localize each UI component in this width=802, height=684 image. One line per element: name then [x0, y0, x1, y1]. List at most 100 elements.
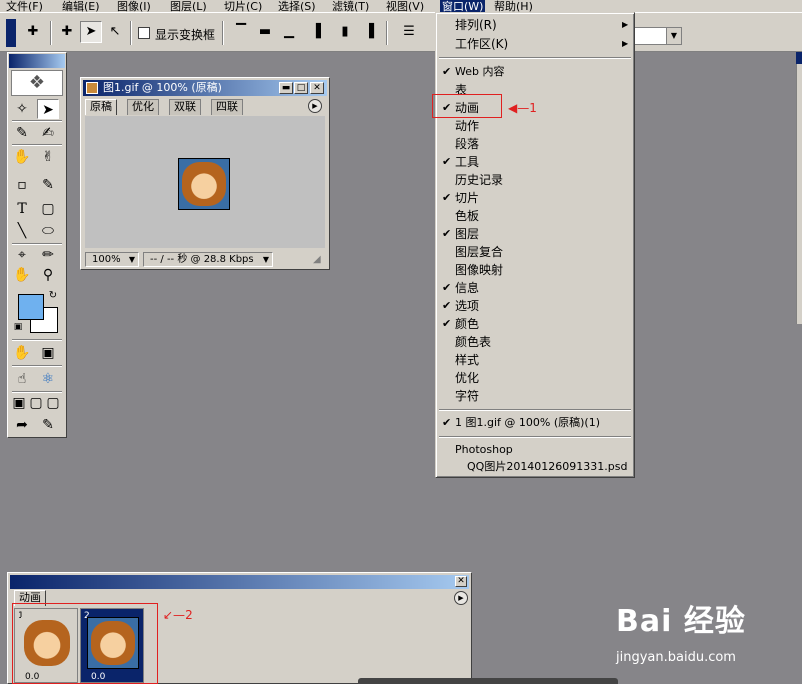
- menu-window[interactable]: 窗口(W): [440, 0, 486, 12]
- menu-edit[interactable]: 编辑(E): [62, 0, 100, 12]
- toggle-image-maps-icon[interactable]: ▣: [37, 343, 59, 363]
- menu-item-arrange[interactable]: 排列(R): [455, 18, 497, 32]
- animation-panel-titlebar[interactable]: [10, 575, 469, 589]
- menu-item-styles[interactable]: 样式: [455, 353, 479, 367]
- menu-item-slice[interactable]: 切片: [455, 191, 479, 205]
- menu-item-character[interactable]: 字符: [455, 389, 479, 403]
- separator: [130, 21, 132, 45]
- slice-tool-icon[interactable]: ✎: [11, 123, 33, 143]
- menu-layer[interactable]: 图层(L): [170, 0, 207, 12]
- eraser-icon[interactable]: ▫: [11, 175, 33, 195]
- rectangle-tool-icon[interactable]: ▢: [37, 199, 59, 219]
- menu-item-workspace[interactable]: 工作区(K): [455, 37, 508, 51]
- menu-item-optimize[interactable]: 优化: [455, 371, 479, 385]
- separator: [50, 21, 52, 45]
- screen-mode-full-icon[interactable]: ▢: [45, 393, 61, 413]
- close-icon[interactable]: ✕: [455, 576, 467, 587]
- align-left-icon[interactable]: ▌: [310, 21, 332, 43]
- panel-menu-button[interactable]: ▶: [454, 591, 468, 605]
- ellipse-tool-icon[interactable]: ⬭: [37, 221, 59, 241]
- menu-item-color[interactable]: 颜色: [455, 317, 479, 331]
- tab-2up[interactable]: 双联: [169, 99, 201, 115]
- slice-select-icon[interactable]: ✚: [56, 21, 78, 43]
- menu-item-options[interactable]: 选项: [455, 299, 479, 313]
- menu-item-photoshop[interactable]: Photoshop: [455, 443, 513, 457]
- maximize-button[interactable]: □: [294, 82, 308, 94]
- screen-mode-standard-icon[interactable]: ▣: [11, 393, 27, 413]
- toggle-slices-icon[interactable]: ✋: [11, 343, 33, 363]
- menu-item-layers[interactable]: 图层: [455, 227, 479, 241]
- move-tool-icon[interactable]: ➤: [37, 99, 59, 119]
- zoom-select[interactable]: 100% ▼: [85, 252, 139, 267]
- direct-select-icon[interactable]: ↖: [104, 21, 126, 43]
- hand-pointer-icon[interactable]: ✌: [37, 147, 59, 167]
- swap-colors-icon[interactable]: ↻: [46, 289, 60, 303]
- menu-item-paragraph[interactable]: 段落: [455, 137, 479, 151]
- type-tool-icon[interactable]: T: [11, 199, 33, 219]
- move-tool-preset-icon[interactable]: ✚: [22, 21, 44, 43]
- edit-icon[interactable]: ✎: [37, 415, 59, 435]
- brush-icon[interactable]: ✎: [37, 175, 59, 195]
- crop-tool-icon[interactable]: ⌖: [11, 245, 33, 265]
- magic-wand-icon[interactable]: ✧: [11, 99, 33, 119]
- menu-item-web-content[interactable]: Web 内容: [455, 65, 504, 79]
- menu-item-info[interactable]: 信息: [455, 281, 479, 295]
- tab-original[interactable]: 原稿: [85, 99, 117, 115]
- pointer-icon[interactable]: ➤: [80, 21, 102, 43]
- menu-item-swatches[interactable]: 色板: [455, 209, 479, 223]
- chevron-down-icon[interactable]: ▼: [666, 28, 681, 44]
- menu-help[interactable]: 帮助(H): [494, 0, 533, 12]
- right-palette-title: [796, 52, 802, 64]
- tab-optimized[interactable]: 优化: [127, 99, 159, 115]
- menu-item-psd-file[interactable]: QQ图片20140126091331.psd: [467, 460, 628, 474]
- feather-logo-icon[interactable]: ❖: [11, 70, 63, 96]
- document-menu-button[interactable]: ▶: [308, 99, 322, 113]
- hand-tool-icon[interactable]: ✋: [11, 265, 33, 285]
- align-bottom-icon[interactable]: ▁: [278, 21, 300, 43]
- align-right-icon[interactable]: ▐: [358, 21, 380, 43]
- default-colors-icon[interactable]: ▣: [12, 321, 24, 333]
- slice-select-tool-icon[interactable]: ✍: [37, 123, 59, 143]
- align-vcenter-icon[interactable]: ▬: [254, 21, 276, 43]
- preview-hand-icon[interactable]: ☝: [11, 369, 33, 389]
- chevron-down-icon: ▼: [262, 255, 269, 264]
- menu-filter[interactable]: 滤镜(T): [332, 0, 369, 12]
- separator: [222, 21, 224, 45]
- zoom-tool-icon[interactable]: ⚲: [37, 265, 59, 285]
- options-combo[interactable]: ▼: [632, 27, 682, 45]
- rollover-tool-icon[interactable]: ✋: [11, 147, 33, 167]
- minimize-button[interactable]: ▬: [279, 82, 293, 94]
- menu-item-open-document[interactable]: 1 图1.gif @ 100% (原稿)(1): [455, 416, 600, 430]
- menu-item-history[interactable]: 历史记录: [455, 173, 503, 187]
- menu-item-tools[interactable]: 工具: [455, 155, 479, 169]
- download-time-select[interactable]: -- / -- 秒 @ 28.8 Kbps ▼: [143, 252, 273, 267]
- jump-to-photoshop-icon[interactable]: ➦: [11, 415, 33, 435]
- eyedropper-icon[interactable]: ✏: [37, 245, 59, 265]
- toolbox-title[interactable]: [9, 54, 65, 68]
- menu-slice[interactable]: 切片(C): [224, 0, 262, 12]
- menu-file[interactable]: 文件(F): [6, 0, 43, 12]
- align-top-icon[interactable]: ▔: [230, 21, 252, 43]
- menu-item-actions[interactable]: 动作: [455, 119, 479, 133]
- show-transform-checkbox[interactable]: [138, 27, 150, 39]
- preview-browser-icon[interactable]: ⚛: [37, 369, 59, 389]
- menu-select[interactable]: 选择(S): [278, 0, 316, 12]
- screen-mode-full-menu-icon[interactable]: ▢: [28, 393, 44, 413]
- menu-item-image-map[interactable]: 图像映射: [455, 263, 503, 277]
- align-hcenter-icon[interactable]: ▮: [334, 21, 356, 43]
- close-button[interactable]: ✕: [310, 82, 324, 94]
- line-tool-icon[interactable]: ╲: [11, 221, 33, 241]
- menu-item-layer-comps[interactable]: 图层复合: [455, 245, 503, 259]
- menu-view[interactable]: 视图(V): [386, 0, 424, 12]
- menu-image[interactable]: 图像(I): [117, 0, 151, 12]
- document-window: 图1.gif @ 100% (原稿) ▬ □ ✕ 原稿 优化 双联 四联 ▶ 1…: [80, 77, 330, 270]
- tab-4up[interactable]: 四联: [211, 99, 243, 115]
- foreground-color-swatch[interactable]: [18, 294, 44, 320]
- distribute-icon[interactable]: ☰: [398, 21, 420, 43]
- resize-grip-icon[interactable]: ◢: [313, 254, 321, 265]
- menu-item-color-table[interactable]: 颜色表: [455, 335, 491, 349]
- submenu-arrow-icon: ▶: [622, 20, 629, 29]
- options-bar-grip[interactable]: [6, 19, 16, 47]
- document-canvas[interactable]: [85, 116, 325, 248]
- document-titlebar[interactable]: 图1.gif @ 100% (原稿) ▬ □ ✕: [83, 80, 327, 96]
